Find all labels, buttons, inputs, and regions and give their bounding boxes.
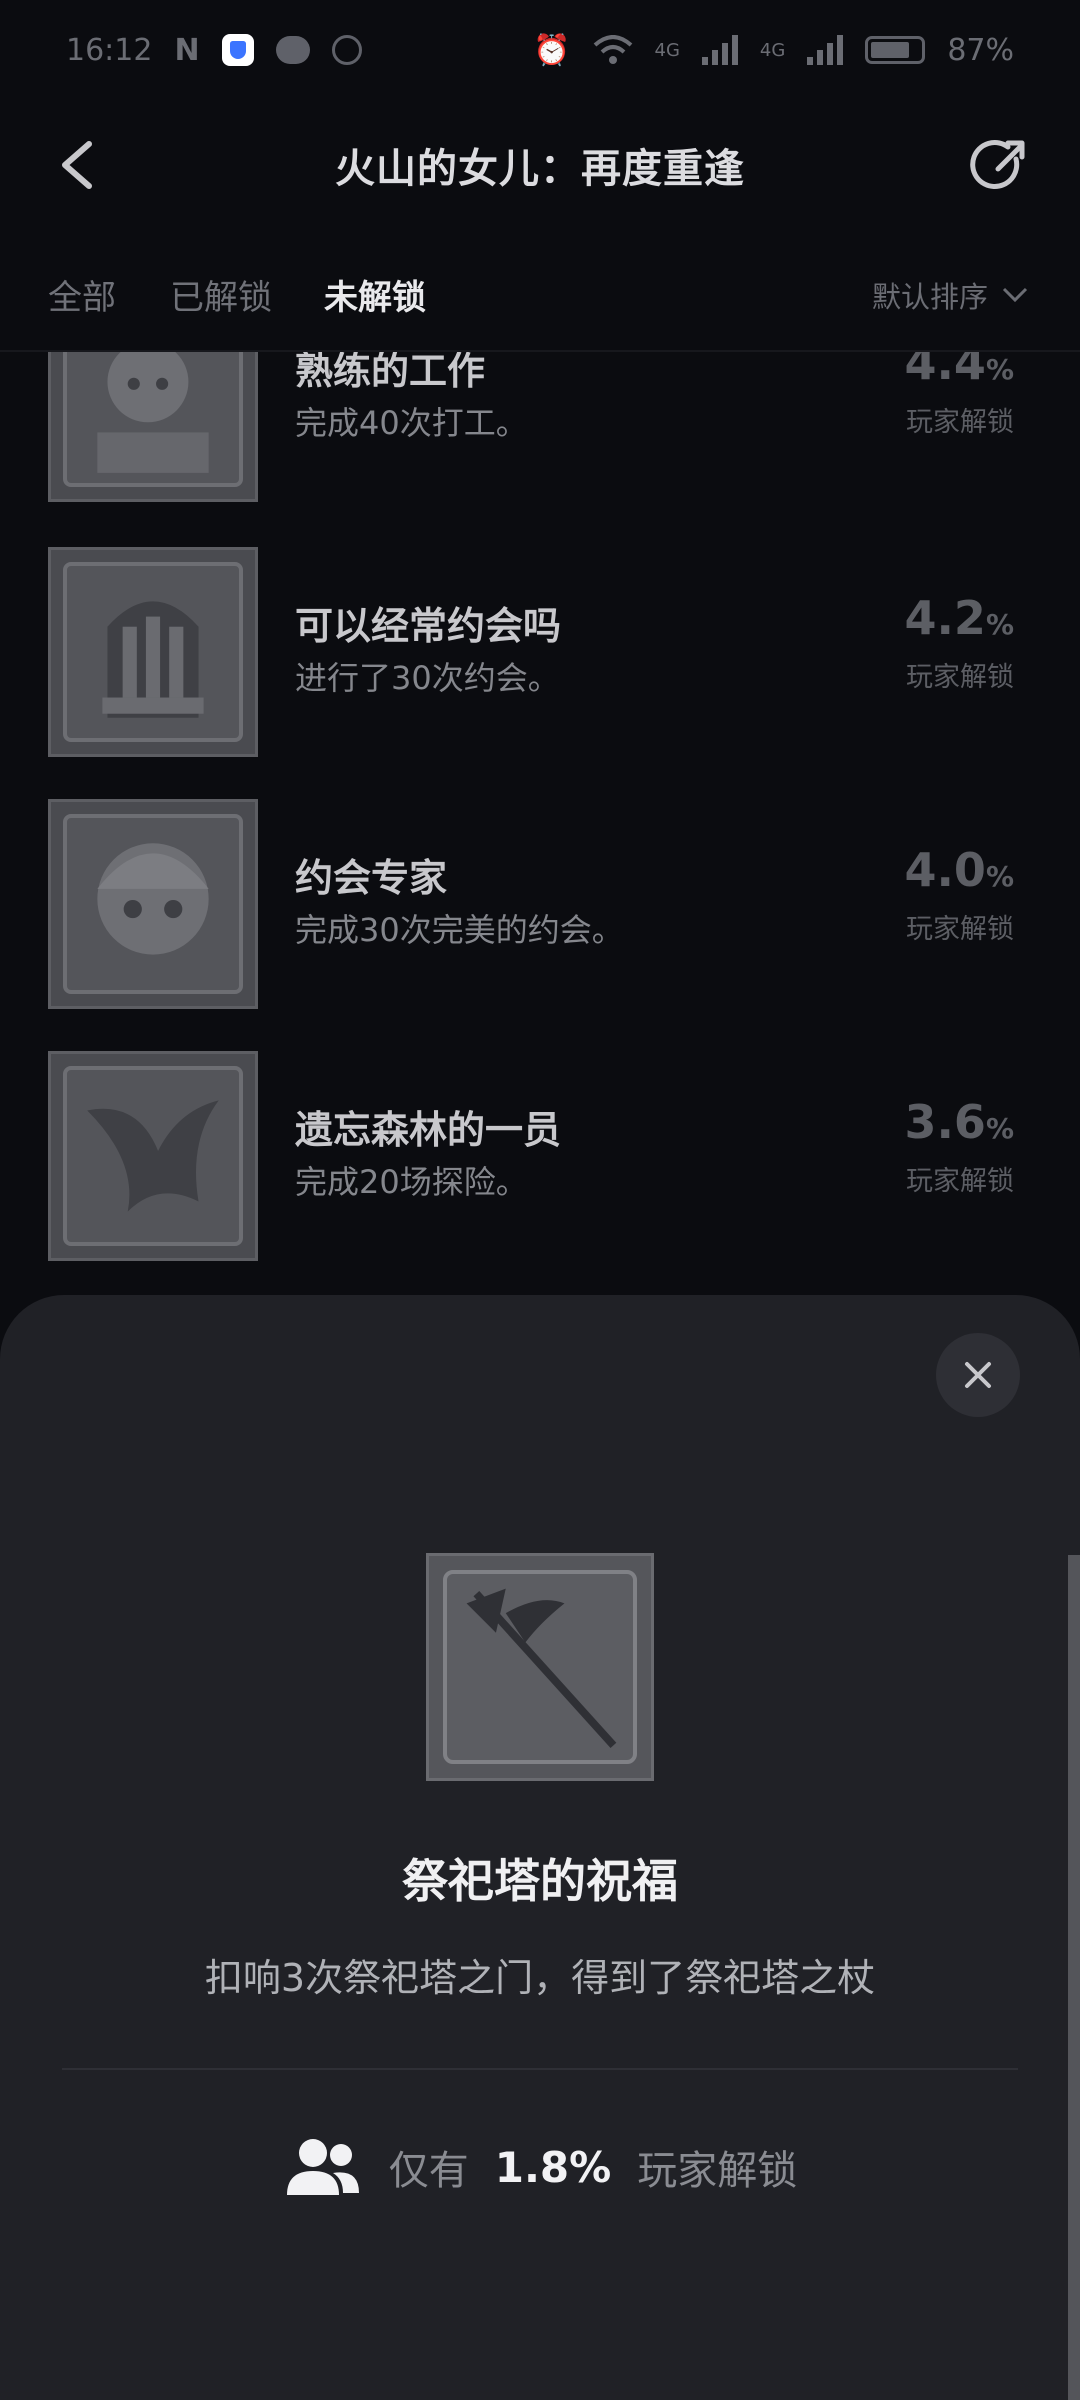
signal-4g-label-2: 4G bbox=[759, 39, 786, 61]
users-icon bbox=[286, 2139, 359, 2195]
list-item[interactable]: 约会专家 完成30次完美的约会。 4.0% 玩家解锁 bbox=[48, 799, 1032, 1009]
achievement-desc: 完成40次打工。 bbox=[295, 404, 528, 442]
achievement-title: 约会专家 bbox=[295, 856, 448, 900]
signal-icon-2 bbox=[807, 35, 844, 65]
tab-unlocked[interactable]: 已解锁 bbox=[170, 270, 272, 319]
battery-percent: 87% bbox=[947, 32, 1014, 68]
detail-divider bbox=[62, 2068, 1018, 2070]
achievement-list: 熟练的工作 完成40次打工。 4.4% 玩家解锁 可以经常约会吗 进行了30次约… bbox=[0, 352, 1080, 1302]
unlock-label: 玩家解锁 bbox=[906, 407, 1014, 438]
achievement-title: 可以经常约会吗 bbox=[295, 604, 562, 648]
detail-title: 祭祀塔的祝福 bbox=[402, 1854, 678, 1908]
close-icon bbox=[965, 1362, 991, 1388]
achievement-desc: 完成20场探险。 bbox=[295, 1163, 528, 1201]
achievement-desc: 完成30次完美的约会。 bbox=[295, 911, 624, 949]
tab-locked[interactable]: 未解锁 bbox=[324, 270, 426, 319]
shield-icon bbox=[221, 34, 254, 66]
crow-icon bbox=[48, 1051, 258, 1261]
stat-prefix: 仅有 bbox=[388, 2148, 469, 2194]
battery-icon bbox=[865, 36, 926, 64]
signal-4g-label: 4G bbox=[654, 39, 680, 61]
detail-desc: 扣响3次祭祀塔之门，得到了祭祀塔之杖 bbox=[204, 1956, 876, 2000]
wifi-icon bbox=[593, 35, 632, 64]
list-item[interactable]: 可以经常约会吗 进行了30次约会。 4.2% 玩家解锁 bbox=[48, 547, 1032, 757]
tab-all[interactable]: 全部 bbox=[48, 270, 116, 319]
unlock-label: 玩家解锁 bbox=[906, 1166, 1014, 1197]
unlock-percent: 4.0% bbox=[904, 843, 1014, 897]
achievement-title: 遗忘森林的一员 bbox=[295, 1108, 562, 1152]
alarm-icon: ⏰ bbox=[533, 32, 571, 68]
achievement-detail-sheet: 祭祀塔的祝福 扣响3次祭祀塔之门，得到了祭祀塔之杖 仅有 1.8% 玩家解锁 bbox=[0, 1295, 1080, 2400]
sort-label: 默认排序 bbox=[871, 280, 988, 314]
list-item[interactable]: 熟练的工作 完成40次打工。 4.4% 玩家解锁 bbox=[48, 352, 1032, 502]
nfc-icon: N bbox=[174, 32, 200, 68]
status-time: 16:12 bbox=[66, 32, 153, 68]
stat-suffix: 玩家解锁 bbox=[637, 2148, 798, 2194]
status-right: ⏰ 4G 4G 87% bbox=[533, 33, 1014, 68]
status-bar: 16:12 N ⏰ 4G 4G 87% bbox=[0, 0, 1080, 100]
unlock-percent: 4.4% bbox=[904, 352, 1014, 390]
achievement-title: 熟练的工作 bbox=[295, 352, 486, 393]
share-icon[interactable] bbox=[970, 137, 1030, 197]
unlock-label: 玩家解锁 bbox=[906, 914, 1014, 945]
stat-percent: 1.8% bbox=[494, 2142, 612, 2192]
page-title: 火山的女儿：再度重逢 bbox=[335, 146, 745, 192]
scrollbar[interactable] bbox=[1068, 1555, 1080, 2400]
chevron-down-icon bbox=[1002, 287, 1028, 303]
unlock-percent: 4.2% bbox=[904, 591, 1014, 645]
gate-icon bbox=[48, 547, 258, 757]
close-button[interactable] bbox=[936, 1333, 1020, 1417]
app-icon bbox=[331, 35, 362, 65]
unlock-percent: 3.6% bbox=[904, 1095, 1014, 1149]
back-icon[interactable] bbox=[55, 140, 99, 190]
list-item[interactable]: 遗忘森林的一员 完成20场探险。 3.6% 玩家解锁 bbox=[48, 1051, 1032, 1261]
message-icon bbox=[275, 36, 310, 64]
unlock-stat: 仅有 1.8% 玩家解锁 bbox=[0, 2135, 1080, 2199]
girl-writing-icon bbox=[48, 352, 258, 502]
unlock-label: 玩家解锁 bbox=[906, 662, 1014, 693]
filter-tabs: 全部 已解锁 未解锁 默认排序 bbox=[0, 256, 1080, 336]
sort-dropdown[interactable]: 默认排序 bbox=[872, 274, 1028, 316]
halberd-icon bbox=[426, 1553, 654, 1781]
signal-icon bbox=[701, 35, 738, 65]
achievement-desc: 进行了30次约会。 bbox=[295, 659, 560, 697]
status-left: 16:12 N bbox=[66, 33, 362, 68]
girl-portrait-icon bbox=[48, 799, 258, 1009]
header: 火山的女儿：再度重逢 bbox=[0, 110, 1080, 220]
